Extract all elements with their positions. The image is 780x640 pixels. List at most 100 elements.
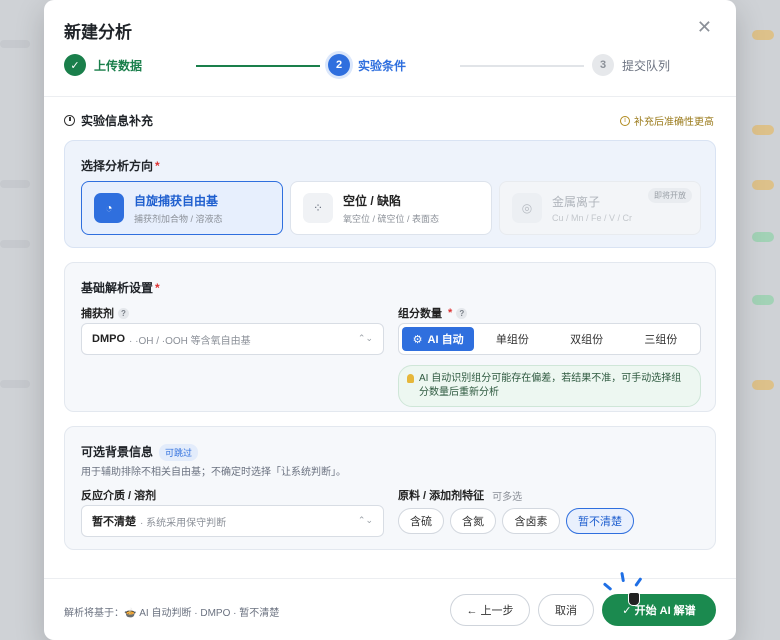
chip-halogen[interactable]: 含卤素 bbox=[502, 508, 560, 534]
card-title: 基础解析设置 * bbox=[81, 279, 160, 296]
section-title: 实验信息补充 bbox=[81, 114, 154, 128]
radical-icon: ◔ bbox=[94, 193, 124, 223]
trap-select[interactable]: DMPO · ·OH / ·OOH 等含氧自由基 ⌃⌄ bbox=[81, 323, 384, 355]
step-queue[interactable]: 3 提交队列 bbox=[592, 54, 670, 76]
group-label-text: 组分数量 bbox=[398, 308, 442, 320]
trap-label: 捕获剂 ? bbox=[81, 305, 129, 321]
step-upload[interactable]: ✓ 上传数据 bbox=[64, 54, 142, 76]
background-badge bbox=[752, 232, 774, 242]
direction-card: 选择分析方向 * ◔ 自旋捕获自由基 捕获剂加合物 / 溶液态 ⁘ 空位 / 缺陷… bbox=[64, 140, 716, 248]
step-connector-done bbox=[196, 65, 320, 67]
multi-select-hint: 可多选 bbox=[492, 491, 523, 503]
background-row bbox=[0, 380, 30, 388]
trap-value: DMPO bbox=[92, 333, 125, 345]
option-subtitle: 捕获剂加合物 / 溶液态 bbox=[134, 213, 223, 224]
optional-title: 可选背景信息 bbox=[81, 445, 154, 459]
direction-title: 选择分析方向 bbox=[81, 159, 154, 173]
metal-icon: ◎ bbox=[512, 193, 542, 223]
defect-icon: ⁘ bbox=[303, 193, 333, 223]
mouse-pointer-icon bbox=[628, 592, 640, 606]
chevron-updown-icon: ⌃⌄ bbox=[357, 515, 373, 525]
trap-hint: · ·OH / ·OOH 等含氧自由基 bbox=[129, 335, 251, 347]
new-analysis-modal: 新建分析 ✕ ✓ 上传数据 2 实验条件 3 提交队列 实验信息补充 i 补充后… bbox=[44, 0, 736, 640]
check-icon: ✓ bbox=[64, 54, 86, 76]
option-metal-ion: ◎ 金属离子 Cu / Mn / Fe / V / Cr 即将开放 bbox=[499, 181, 701, 235]
step-label: 提交队列 bbox=[622, 58, 671, 73]
step-number: 3 bbox=[592, 54, 614, 76]
basic-settings-card: 基础解析设置 * 捕获剂 ? DMPO · ·OH / ·OOH 等含氧自由基 ⌃… bbox=[64, 262, 716, 412]
trap-label-text: 捕获剂 bbox=[81, 308, 114, 320]
option-subtitle: 氧空位 / 硫空位 / 表面态 bbox=[343, 213, 440, 224]
segment-triple[interactable]: 三组份 bbox=[625, 327, 697, 351]
footer-summary: 解析将基于：🍲 AI 自动判断 · DMPO · 暂不清楚 bbox=[64, 608, 280, 619]
clock-icon bbox=[64, 115, 75, 126]
additive-label: 原料 / 添加剂特征 可多选 bbox=[398, 487, 522, 503]
close-icon[interactable]: ✕ bbox=[697, 17, 712, 37]
medium-hint: · 系统采用保守判断 bbox=[140, 517, 227, 529]
step-connector-todo bbox=[460, 65, 584, 67]
option-title: 空位 / 缺陷 bbox=[343, 193, 402, 208]
option-vacancy[interactable]: ⁘ 空位 / 缺陷 氧空位 / 硫空位 / 表面态 bbox=[290, 181, 492, 235]
required-mark: * bbox=[155, 281, 160, 295]
medium-value: 暂不清楚 bbox=[92, 516, 136, 528]
basic-title: 基础解析设置 bbox=[81, 281, 154, 295]
optional-subtitle: 用于辅助排除不相关自由基；不确定时选择「让系统判断」。 bbox=[81, 467, 346, 478]
start-analysis-button[interactable]: ✓ 开始 AI 解谱 bbox=[602, 594, 716, 626]
chip-nitrogen[interactable]: 含氮 bbox=[450, 508, 496, 534]
segment-label: AI 自动 bbox=[427, 334, 464, 346]
help-icon[interactable]: ? bbox=[456, 307, 468, 319]
background-row bbox=[0, 40, 30, 48]
coming-soon-badge: 即将开放 bbox=[648, 188, 692, 203]
cancel-button[interactable]: 取消 bbox=[538, 594, 594, 626]
prev-button[interactable]: ← 上一步 bbox=[450, 594, 530, 626]
group-count-segmented: ⚙ AI 自动 单组份 双组份 三组份 bbox=[398, 323, 701, 355]
optional-card: 可选背景信息 可跳过 用于辅助排除不相关自由基；不确定时选择「让系统判断」。 反应… bbox=[64, 426, 716, 550]
step-number: 2 bbox=[328, 54, 350, 76]
step-label: 上传数据 bbox=[94, 58, 143, 73]
segment-single[interactable]: 单组份 bbox=[476, 327, 548, 351]
section-note: i 补充后准确性更高 bbox=[620, 113, 714, 128]
medium-label: 反应介质 / 溶剂 bbox=[81, 487, 156, 503]
info-icon: i bbox=[620, 115, 630, 126]
background-badge bbox=[752, 180, 774, 190]
background-badge bbox=[752, 295, 774, 305]
medium-select[interactable]: 暂不清楚 · 系统采用保守判断 ⌃⌄ bbox=[81, 505, 384, 537]
required-mark: * bbox=[155, 159, 160, 173]
stepper: ✓ 上传数据 2 实验条件 3 提交队列 bbox=[64, 54, 714, 80]
step-label: 实验条件 bbox=[358, 58, 407, 73]
ai-tip: AI 自动识别组分可能存在偏差，若结果不准，可手动选择组分数量后重新分析 bbox=[398, 365, 701, 407]
chevron-updown-icon: ⌃⌄ bbox=[357, 333, 373, 343]
option-subtitle: Cu / Mn / Fe / V / Cr bbox=[552, 213, 633, 223]
chip-unknown[interactable]: 暂不清楚 bbox=[566, 508, 634, 534]
option-spin-trap[interactable]: ◔ 自旋捕获自由基 捕获剂加合物 / 溶液态 bbox=[81, 181, 283, 235]
background-row bbox=[0, 180, 30, 188]
required-mark: * bbox=[448, 307, 453, 319]
card-title: 可选背景信息 可跳过 bbox=[81, 443, 199, 461]
card-title: 选择分析方向 * bbox=[81, 157, 160, 174]
segment-double[interactable]: 双组份 bbox=[551, 327, 623, 351]
option-title: 金属离子 bbox=[552, 195, 601, 209]
medium-label-text: 反应介质 / 溶剂 bbox=[81, 490, 157, 502]
skippable-badge: 可跳过 bbox=[159, 444, 199, 461]
step-conditions[interactable]: 2 实验条件 bbox=[328, 54, 406, 76]
option-title: 自旋捕获自由基 bbox=[134, 193, 219, 208]
help-icon[interactable]: ? bbox=[118, 307, 129, 319]
sparkle-ray bbox=[620, 571, 625, 583]
background-row bbox=[0, 240, 30, 248]
lightbulb-icon bbox=[407, 374, 414, 383]
section-header: 实验信息补充 bbox=[64, 112, 153, 129]
sparkle-ray bbox=[602, 582, 613, 591]
section-note-text: 补充后准确性更高 bbox=[634, 117, 714, 128]
background-badge bbox=[752, 30, 774, 40]
additive-label-text: 原料 / 添加剂特征 bbox=[398, 490, 485, 502]
modal-title: 新建分析 bbox=[64, 23, 132, 42]
background-badge bbox=[752, 125, 774, 135]
chip-sulfur[interactable]: 含硫 bbox=[398, 508, 444, 534]
ai-tip-text: AI 自动识别组分可能存在偏差，若结果不准，可手动选择组分数量后重新分析 bbox=[419, 373, 682, 398]
divider bbox=[44, 96, 736, 97]
brain-icon: ⚙ bbox=[412, 333, 423, 346]
group-label: 组分数量 * ? bbox=[398, 305, 468, 321]
background-badge bbox=[752, 380, 774, 390]
sparkle-ray bbox=[634, 577, 643, 587]
segment-ai-auto[interactable]: ⚙ AI 自动 bbox=[402, 327, 475, 351]
